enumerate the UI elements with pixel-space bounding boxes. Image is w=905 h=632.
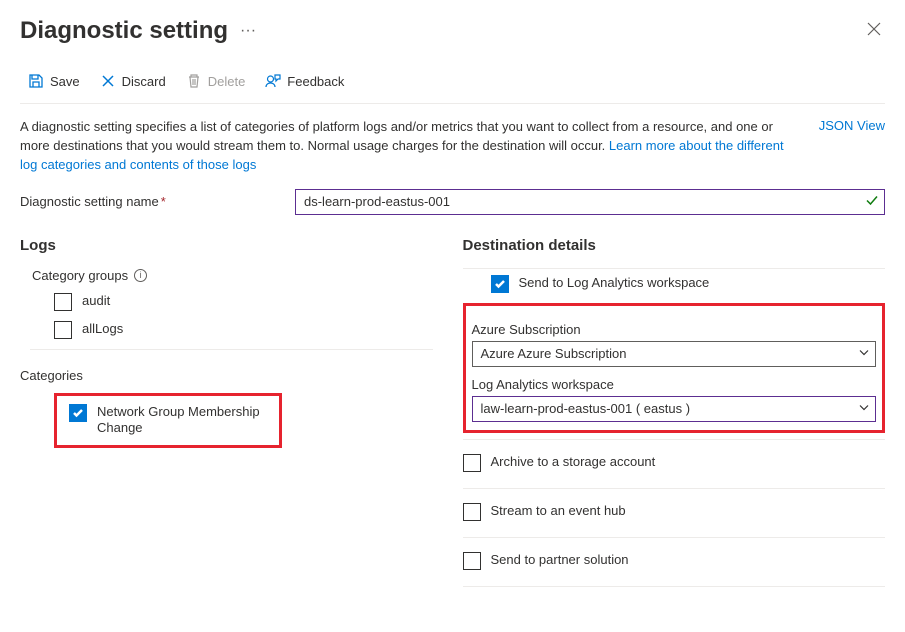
delete-label: Delete (208, 74, 246, 89)
delete-button: Delete (178, 69, 254, 93)
feedback-icon (265, 73, 281, 89)
highlight-categories: Network Group Membership Change (54, 393, 282, 449)
category-groups-label: Category groups i (32, 268, 443, 283)
audit-label: audit (82, 293, 110, 310)
save-button[interactable]: Save (20, 69, 88, 93)
subscription-select[interactable]: Azure Azure Subscription (472, 341, 877, 367)
feedback-label: Feedback (287, 74, 344, 89)
diagnostic-name-input[interactable] (295, 189, 885, 215)
workspace-label: Log Analytics workspace (472, 377, 877, 392)
destination-section-title: Destination details (463, 237, 886, 254)
subscription-label: Azure Subscription (472, 322, 877, 337)
alllogs-checkbox[interactable] (54, 321, 72, 339)
subscription-value: Azure Azure Subscription (481, 346, 627, 361)
partner-label: Send to partner solution (491, 552, 629, 569)
eventhub-checkbox[interactable] (463, 503, 481, 521)
description-text: A diagnostic setting specifies a list of… (20, 118, 795, 175)
delete-icon (186, 73, 202, 89)
close-button[interactable] (863, 16, 885, 45)
partner-checkbox[interactable] (463, 552, 481, 570)
required-marker: * (161, 194, 166, 209)
send-law-label: Send to Log Analytics workspace (519, 275, 710, 292)
discard-label: Discard (122, 74, 166, 89)
eventhub-label: Stream to an event hub (491, 503, 626, 520)
json-view-link[interactable]: JSON View (819, 118, 885, 175)
categories-label: Categories (20, 368, 443, 383)
info-icon[interactable]: i (134, 269, 147, 282)
highlight-destination: Azure Subscription Azure Azure Subscript… (463, 303, 886, 433)
name-label: Diagnostic setting name* (20, 194, 295, 209)
page-title: Diagnostic setting (20, 17, 228, 45)
send-law-checkbox[interactable] (491, 275, 509, 293)
ngmc-label: Network Group Membership Change (97, 404, 277, 438)
archive-storage-label: Archive to a storage account (491, 454, 656, 471)
alllogs-label: allLogs (82, 321, 123, 338)
valid-check-icon (865, 193, 879, 210)
discard-button[interactable]: Discard (92, 69, 174, 93)
feedback-button[interactable]: Feedback (257, 69, 352, 93)
discard-icon (100, 73, 116, 89)
audit-checkbox[interactable] (54, 293, 72, 311)
archive-storage-checkbox[interactable] (463, 454, 481, 472)
workspace-value: law-learn-prod-eastus-001 ( eastus ) (481, 401, 691, 416)
workspace-select[interactable]: law-learn-prod-eastus-001 ( eastus ) (472, 396, 877, 422)
save-label: Save (50, 74, 80, 89)
more-menu-icon[interactable]: ··· (240, 22, 256, 40)
close-icon (867, 22, 881, 36)
save-icon (28, 73, 44, 89)
ngmc-checkbox[interactable] (69, 404, 87, 422)
logs-section-title: Logs (20, 237, 443, 254)
divider (30, 349, 433, 350)
